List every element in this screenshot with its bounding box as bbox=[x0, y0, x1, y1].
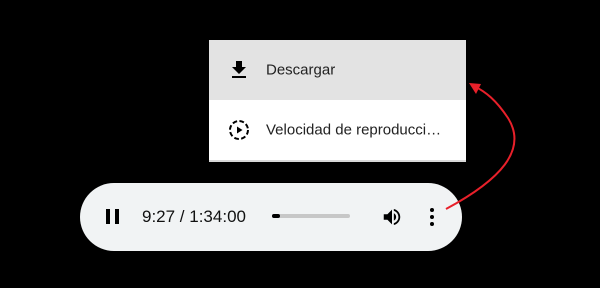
progress-fill bbox=[272, 214, 280, 218]
menu-item-label: Velocidad de reproducci… bbox=[266, 121, 442, 139]
volume-icon[interactable] bbox=[380, 206, 404, 228]
audio-player-bar bbox=[80, 183, 462, 251]
context-menu: Descargar Velocidad de reproducci… bbox=[209, 40, 466, 162]
menu-item-download[interactable]: Descargar bbox=[209, 40, 466, 100]
menu-item-playback-speed[interactable]: Velocidad de reproducci… bbox=[209, 100, 466, 160]
menu-item-label: Descargar bbox=[266, 61, 336, 79]
time-display: 9:27 / 1:34:00 bbox=[142, 207, 246, 226]
playback-speed-icon bbox=[229, 120, 249, 140]
more-vertical-icon[interactable] bbox=[424, 205, 440, 229]
pause-button[interactable] bbox=[103, 207, 123, 227]
progress-slider[interactable] bbox=[272, 214, 350, 218]
download-icon bbox=[232, 61, 246, 78]
